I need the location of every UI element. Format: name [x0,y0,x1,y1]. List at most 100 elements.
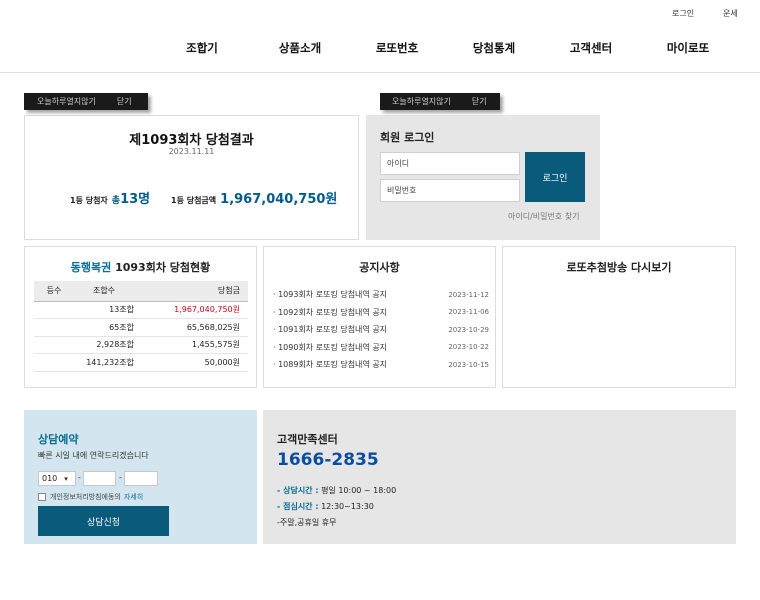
phone-dash: - [119,473,122,482]
broadcast-panel: 로또추첨방송 다시보기 [502,246,736,388]
cs-hours: - 상담시간 : 평일 10:00 ~ 18:00 [277,485,396,496]
login-button[interactable]: 로그인 [525,152,585,202]
popup-bar-result: 오늘하루열지않기 닫기 [24,93,148,110]
table-header-row: 등수 조합수 당첨금 [34,281,248,302]
privacy-detail-link[interactable]: 자세히 [124,492,143,502]
customer-center-panel: 고객만족센터 1666-2835 - 상담시간 : 평일 10:00 ~ 18:… [263,410,736,544]
notice-title: 공지사항 [359,261,400,274]
amount-cell: 1,455,575원 [134,336,248,354]
popup-bar-login: 오늘하루열지않기 닫기 [380,93,500,110]
rank-cell [34,353,74,372]
nav-item-lotto-numbers[interactable]: 로또번호 [357,40,437,56]
amount-cell: 65,568,025원 [134,318,248,337]
header-divider [0,72,760,73]
rank-cell [34,318,74,337]
cs-closed: -주말,공휴일 휴무 [277,518,337,527]
nav-item-statistics[interactable]: 당첨통계 [454,40,534,56]
table-row: 13조합 1,967,040,750원 [34,301,248,319]
cs-hours-label: - 상담시간 : [277,486,319,495]
header-rank: 등수 [34,281,74,302]
cs-lunch-value: 12:30~13:30 [318,502,374,511]
cs-lunch: - 점심시간 : 12:30~13:30 [277,501,374,512]
header-count: 조합수 [74,281,134,302]
notice-text[interactable]: · 1090회차 로또킹 당첨내역 공지 [273,342,387,353]
cs-phone: 1666-2835 [277,450,379,470]
prize-status-title: 동행복권 1093회차 당첨현황 [25,259,256,275]
count-cell: 141,232조합 [74,353,134,372]
brand-name: 동행복권 [70,261,112,274]
privacy-checkbox[interactable] [38,493,46,501]
notice-text[interactable]: · 1093회차 로또킹 당첨내역 공지 [273,289,387,300]
prize-table: 등수 조합수 당첨금 13조합 1,967,040,750원 65조합 65,5… [34,281,248,372]
list-item[interactable]: · 1090회차 로또킹 당첨내역 공지 2023-10-22 [273,339,489,357]
nav-item-customer-center[interactable]: 고객센터 [551,40,631,56]
cs-lunch-label: - 점심시간 : [277,502,319,511]
login-title: 회원 로그인 [380,131,435,144]
amount-value: 1,967,040,750원 [220,192,338,207]
consult-panel: 상담예약 빠른 시일 내에 연락드리겠습니다 010 ▾ - - 개인정보처리방… [24,410,257,544]
privacy-agree: 개인정보처리방침에동의 자세히 [38,492,143,502]
table-row: 141,232조합 50,000원 [34,353,248,372]
winners-value: 13명 [120,192,151,207]
phone-middle-input[interactable] [83,471,116,486]
nav-item-products[interactable]: 상품소개 [260,40,340,56]
winners-prefix: 총 [111,196,121,206]
password-input[interactable] [380,179,520,202]
notice-panel: 공지사항 · 1093회차 로또킹 당첨내역 공지 2023-11-12 · 1… [263,246,496,388]
winners-summary: 1등 당첨자 총 13명 [70,188,150,207]
amount-summary: 1등 당첨금액 1,967,040,750원 [171,188,337,207]
draw-result-title: 제1093회차 당첨결과 [129,133,254,148]
cs-hours-value: 평일 10:00 ~ 18:00 [318,486,397,495]
nav-item-combiner[interactable]: 조합기 [162,40,242,56]
count-cell: 65조합 [74,318,134,337]
amount-cell: 50,000원 [134,353,248,372]
header-amount: 당첨금 [134,281,248,302]
find-account-link[interactable]: 아이디/비밀번호 찾기 [508,211,579,222]
list-item[interactable]: · 1092회차 로또킹 당첨내역 공지 2023-11-06 [273,304,489,322]
top-login-link[interactable]: 로그인 [672,8,694,19]
nav-item-my-lotto[interactable]: 마이로또 [648,40,728,56]
notice-text[interactable]: · 1092회차 로또킹 당첨내역 공지 [273,307,387,318]
phone-last-input[interactable] [124,471,158,486]
popup-close-button[interactable]: 닫기 [117,96,132,107]
winners-label: 1등 당첨자 [70,196,108,205]
draw-result-panel: 제1093회차 당첨결과 2023.11.11 1등 당첨자 총 13명 1등 … [24,115,359,240]
draw-result-date: 2023.11.11 [168,147,215,156]
id-input[interactable] [380,152,520,175]
consult-submit-button[interactable]: 상담신청 [38,506,169,536]
list-item[interactable]: · 1089회차 로또킹 당첨내역 공지 2023-10-15 [273,356,489,374]
notice-date: 2023-10-15 [448,360,489,369]
amount-cell: 1,967,040,750원 [134,301,248,319]
prize-status-heading: 1093회차 당첨현황 [115,261,211,274]
rank-cell [34,336,74,354]
notice-text[interactable]: · 1089회차 로또킹 당첨내역 공지 [273,359,387,370]
consult-title: 상담예약 [38,433,79,446]
phone-prefix-select[interactable]: 010 ▾ [38,471,76,486]
rank-cell [34,301,74,319]
popup-hide-today-button[interactable]: 오늘하루열지않기 [392,96,451,107]
phone-dash: - [78,473,81,482]
chevron-down-icon: ▾ [64,474,68,483]
list-item[interactable]: · 1093회차 로또킹 당첨내역 공지 2023-11-12 [273,286,489,304]
table-row: 65조합 65,568,025원 [34,318,248,337]
phone-prefix-value: 010 [42,474,58,483]
top-fortune-link[interactable]: 운세 [723,8,738,19]
count-cell: 13조합 [74,301,134,319]
consult-subtitle: 빠른 시일 내에 연락드리겠습니다 [38,451,149,460]
count-cell: 2,928조합 [74,336,134,354]
prize-status-panel: 동행복권 1093회차 당첨현황 등수 조합수 당첨금 13조합 1,967,0… [24,246,257,388]
privacy-agree-label: 개인정보처리방침에동의 [50,493,121,501]
broadcast-title[interactable]: 로또추첨방송 다시보기 [503,259,735,275]
popup-close-button[interactable]: 닫기 [472,96,487,107]
popup-hide-today-button[interactable]: 오늘하루열지않기 [37,96,96,107]
amount-label: 1등 당첨금액 [171,196,217,205]
notice-date: 2023-11-12 [448,290,489,299]
notice-text[interactable]: · 1091회차 로또킹 당첨내역 공지 [273,324,387,335]
table-row: 2,928조합 1,455,575원 [34,336,248,354]
list-item[interactable]: · 1091회차 로또킹 당첨내역 공지 2023-10-29 [273,321,489,339]
notice-date: 2023-10-22 [448,343,489,352]
notice-date: 2023-11-06 [448,308,489,317]
cs-title: 고객만족센터 [277,433,338,446]
notice-list: · 1093회차 로또킹 당첨내역 공지 2023-11-12 · 1092회차… [273,286,489,374]
notice-date: 2023-10-29 [448,325,489,334]
